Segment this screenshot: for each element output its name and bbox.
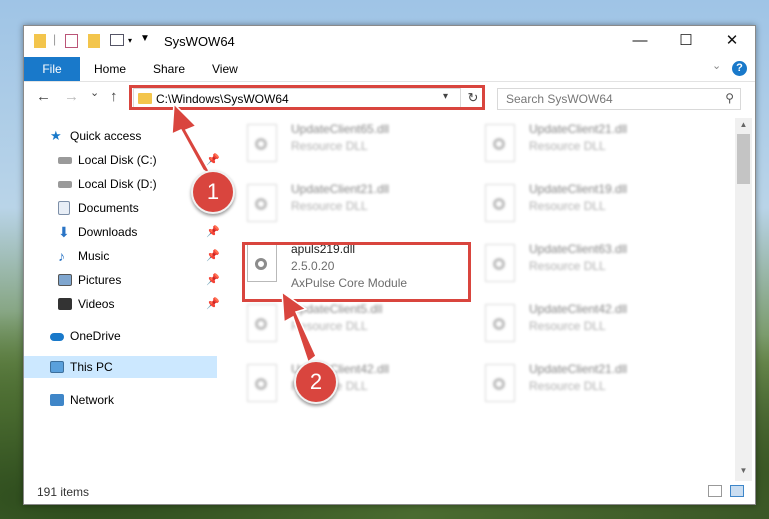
annotation-arrows [171, 102, 317, 364]
step-1-badge: 1 [191, 170, 235, 214]
arrow-to-file [281, 290, 317, 364]
step-2-badge: 2 [294, 360, 338, 404]
arrow-to-address-bar [171, 102, 213, 177]
